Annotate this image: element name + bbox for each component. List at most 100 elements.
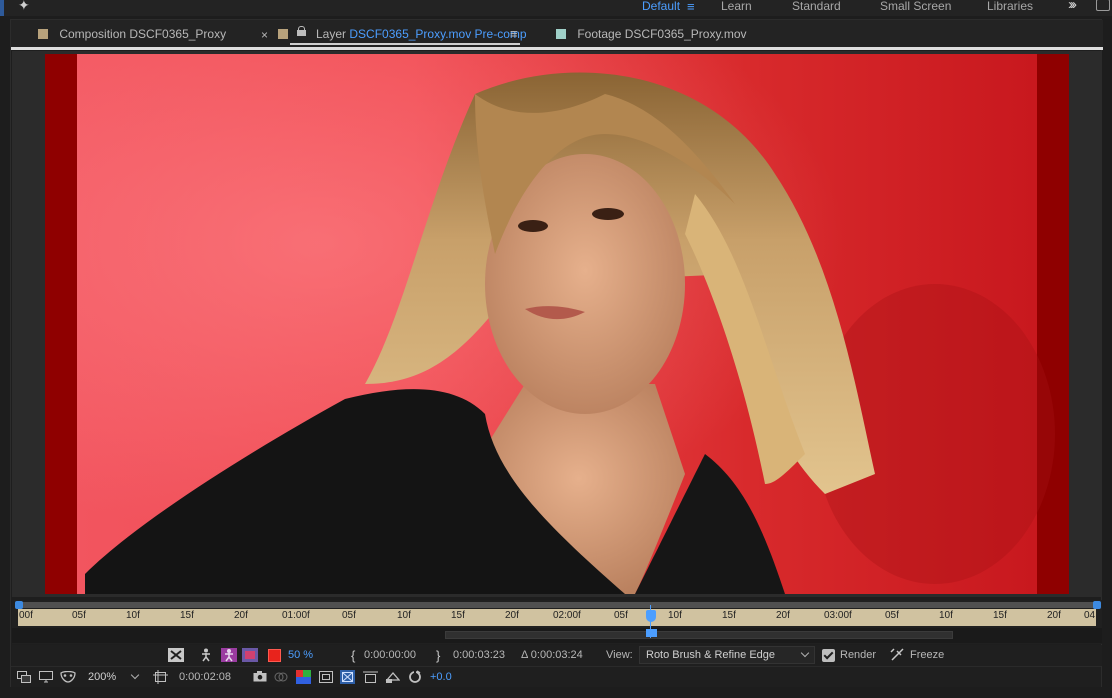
ruler-scale[interactable]: 00f 05f 10f 15f 20f 01:00f 05f 10f 15f 2… xyxy=(18,609,1096,626)
time-ruler[interactable]: 00f 05f 10f 15f 20f 01:00f 05f 10f 15f 2… xyxy=(12,600,1102,644)
ruler-tick: 05f xyxy=(885,610,899,621)
workspace-learn[interactable]: Learn xyxy=(721,0,752,13)
navigator-end-handle[interactable] xyxy=(1093,601,1101,609)
workspace-small-screen[interactable]: Small Screen xyxy=(880,0,951,13)
in-point-timecode[interactable]: 0:00:00:00 xyxy=(364,649,416,661)
ruler-tick: 02:00f xyxy=(553,610,581,621)
more-workspaces-icon[interactable]: ››› xyxy=(1068,0,1077,13)
zoom-value: 200% xyxy=(88,671,117,683)
chevron-down-icon xyxy=(130,670,140,680)
time-navigator[interactable] xyxy=(18,602,1096,608)
tab-name: DSCF0365_Proxy xyxy=(129,27,227,41)
set-out-point-icon[interactable]: } xyxy=(436,648,440,663)
lock-icon[interactable] xyxy=(297,26,306,36)
video-frame-image xyxy=(45,54,1069,594)
overlay-opacity-value[interactable]: 50 % xyxy=(288,649,313,661)
label-color-swatch xyxy=(278,29,288,39)
safe-margins-icon[interactable] xyxy=(153,670,168,684)
always-preview-icon[interactable] xyxy=(17,671,31,683)
ruler-tick: 00f xyxy=(19,610,33,621)
current-time-indicator[interactable] xyxy=(646,610,656,622)
tab-footage[interactable]: Footage DSCF0365_Proxy.mov xyxy=(556,27,747,43)
transparency-grid-icon[interactable] xyxy=(340,670,355,684)
tab-layer[interactable] xyxy=(278,27,296,43)
ruler-tick: 05f xyxy=(614,610,628,621)
navigator-start-handle[interactable] xyxy=(15,601,23,609)
set-in-point-icon[interactable]: { xyxy=(351,648,355,663)
workspace-bar: ✦ Default ≡ Learn Standard Small Screen … xyxy=(0,0,1112,16)
ruler-tick: 04 xyxy=(1084,610,1096,621)
duration-timecode: Δ 0:00:03:24 xyxy=(521,649,583,661)
viewer-controls-bar: 200% 0:00:02:08 +0.0 xyxy=(11,666,1101,687)
layer-panel: Composition DSCF0365_Proxy × Layer DSCF0… xyxy=(10,19,1103,687)
tab-composition[interactable]: Composition DSCF0365_Proxy xyxy=(38,27,226,43)
reset-exposure-icon[interactable] xyxy=(408,670,422,684)
workspace-libraries[interactable]: Libraries xyxy=(987,0,1033,13)
current-time-marker[interactable] xyxy=(646,629,657,637)
view-label: View: xyxy=(606,649,633,661)
tab-prefix: Footage xyxy=(577,27,622,41)
ruler-tick: 20f xyxy=(776,610,790,621)
tab-name: DSCF0365_Proxy.mov Pre-comp xyxy=(349,27,527,41)
workspace-default[interactable]: Default xyxy=(642,0,680,13)
mask-visibility-icon[interactable] xyxy=(60,671,76,683)
label-color-swatch xyxy=(556,29,566,39)
panel-tabs: Composition DSCF0365_Proxy × Layer DSCF0… xyxy=(11,20,1103,50)
ruler-tick: 05f xyxy=(72,610,86,621)
tab-menu-icon[interactable]: ≡ xyxy=(510,26,518,41)
workspace-settings-icon[interactable] xyxy=(1096,0,1110,11)
panel-edge xyxy=(0,0,4,16)
view-dropdown[interactable]: Roto Brush & Refine Edge xyxy=(639,646,815,664)
tab-layer-label[interactable]: Layer DSCF0365_Proxy.mov Pre-comp xyxy=(316,27,527,43)
overlay-mode-icon[interactable] xyxy=(242,648,258,662)
ruler-tick: 01:00f xyxy=(282,610,310,621)
out-point-timecode[interactable]: 0:00:03:23 xyxy=(453,649,505,661)
tab-name: DSCF0365_Proxy.mov xyxy=(624,27,747,41)
video-frame[interactable] xyxy=(45,54,1069,594)
ruler-tick: 15f xyxy=(180,610,194,621)
ruler-tick: 03:00f xyxy=(824,610,852,621)
region-of-interest-icon[interactable] xyxy=(319,671,333,683)
view-dropdown-value: Roto Brush & Refine Edge xyxy=(646,649,776,661)
ruler-tick: 10f xyxy=(397,610,411,621)
close-tab-icon[interactable]: × xyxy=(261,28,268,42)
render-label: Render xyxy=(840,649,877,661)
ruler-tick: 10f xyxy=(668,610,682,621)
panel-focus-border xyxy=(11,47,1103,50)
snapshot-icon[interactable] xyxy=(253,671,267,682)
label-color-swatch xyxy=(38,29,48,39)
ruler-tick: 10f xyxy=(939,610,953,621)
render-checkbox[interactable] xyxy=(822,649,835,662)
chevron-down-icon xyxy=(800,648,810,658)
monitor-icon[interactable] xyxy=(39,671,53,683)
show-snapshot-icon[interactable] xyxy=(274,671,288,683)
3d-view-icon[interactable] xyxy=(363,670,378,684)
ruler-tick: 20f xyxy=(505,610,519,621)
workspace-menu-icon[interactable]: ≡ xyxy=(687,0,695,14)
roto-span-bar[interactable] xyxy=(445,631,953,639)
workspace-standard[interactable]: Standard xyxy=(792,0,841,13)
ruler-tick: 20f xyxy=(234,610,248,621)
freeze-label[interactable]: Freeze xyxy=(910,649,944,661)
freeze-icon[interactable] xyxy=(890,648,906,662)
roto-brush-active-icon[interactable] xyxy=(221,648,237,662)
layer-viewer[interactable] xyxy=(12,51,1102,597)
roto-person-icon[interactable] xyxy=(200,648,212,662)
toggle-alpha-icon[interactable] xyxy=(168,648,184,662)
overlay-color-swatch[interactable] xyxy=(268,649,281,662)
zoom-dropdown[interactable]: 200% xyxy=(81,668,145,686)
active-tab-indicator xyxy=(290,43,520,45)
layer-controls-bar: 50 % { 0:00:00:00 } 0:00:03:23 Δ 0:00:03… xyxy=(12,645,1102,666)
ruler-tick: 15f xyxy=(993,610,1007,621)
current-timecode[interactable]: 0:00:02:08 xyxy=(179,671,231,683)
pin-tool-icon[interactable]: ✦ xyxy=(18,0,40,15)
fast-previews-icon[interactable] xyxy=(385,670,400,684)
exposure-value[interactable]: +0.0 xyxy=(430,671,452,683)
ruler-tick: 15f xyxy=(722,610,736,621)
ruler-tick: 05f xyxy=(342,610,356,621)
ruler-tick: 15f xyxy=(451,610,465,621)
channels-icon[interactable] xyxy=(296,670,311,684)
ruler-tick: 20f xyxy=(1047,610,1061,621)
tab-prefix: Composition xyxy=(59,27,127,41)
tab-prefix: Layer xyxy=(316,27,347,41)
